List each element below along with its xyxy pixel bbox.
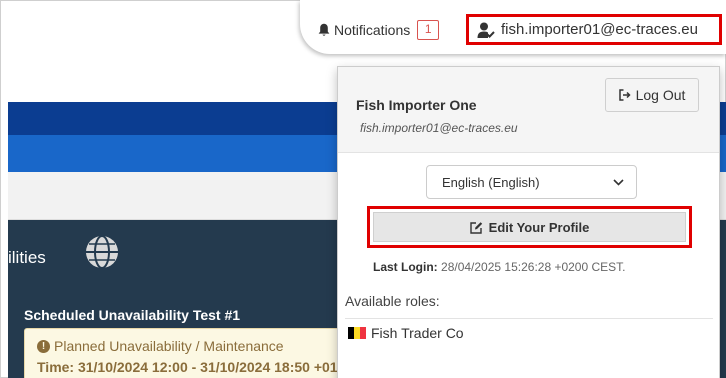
language-select[interactable]: English (English): [426, 165, 637, 199]
unavailability-time: Time: 31/10/2024 12:00 - 31/10/2024 18:5…: [37, 359, 386, 375]
user-email: fish.importer01@ec-traces.eu: [501, 21, 698, 38]
capabilities-heading: ilities: [8, 248, 46, 267]
language-selected-value: English (English): [442, 174, 540, 190]
roles-divider: [345, 318, 713, 319]
edit-icon: [469, 221, 482, 234]
logout-label: Log Out: [635, 87, 686, 103]
edit-profile-label: Edit Your Profile: [488, 219, 590, 235]
notifications-count-badge: 1: [417, 20, 440, 40]
user-menu-dropdown: Fish Importer One fish.importer01@ec-tra…: [337, 66, 720, 378]
exclamation-circle-icon: !: [37, 339, 50, 353]
sign-out-icon: [618, 89, 631, 101]
unavailability-type-label: Planned Unavailability / Maintenance: [54, 338, 284, 354]
belgium-flag-icon: [348, 327, 366, 339]
chevron-down-icon: [613, 178, 624, 186]
role-item[interactable]: Fish Trader Co: [348, 325, 464, 341]
available-roles-label: Available roles:: [345, 293, 440, 309]
globe-icon: [86, 235, 118, 269]
role-name: Fish Trader Co: [371, 325, 464, 341]
notifications-link[interactable]: Notifications 1: [318, 20, 440, 40]
last-login-label: Last Login:: [373, 260, 438, 274]
user-check-icon: [477, 22, 495, 38]
unavailability-type: ! Planned Unavailability / Maintenance: [37, 338, 284, 354]
edit-profile-button[interactable]: Edit Your Profile: [373, 212, 686, 242]
logout-button[interactable]: Log Out: [605, 78, 699, 112]
header-user-tab: Notifications 1 fish.importer01@ec-trace…: [300, 0, 726, 54]
user-menu-header: Fish Importer One fish.importer01@ec-tra…: [338, 67, 719, 153]
last-login-value: 28/04/2025 15:26:28 +0200 CEST.: [441, 260, 626, 274]
last-login: Last Login: 28/04/2025 15:26:28 +0200 CE…: [373, 260, 626, 274]
unavailability-title: Scheduled Unavailability Test #1: [24, 307, 241, 323]
edit-profile-highlight: Edit Your Profile: [367, 206, 692, 248]
bell-icon: [318, 23, 330, 36]
user-menu-toggle[interactable]: fish.importer01@ec-traces.eu: [466, 14, 722, 45]
profile-email: fish.importer01@ec-traces.eu: [360, 121, 518, 135]
profile-name: Fish Importer One: [356, 97, 477, 113]
notifications-label: Notifications: [334, 22, 411, 38]
